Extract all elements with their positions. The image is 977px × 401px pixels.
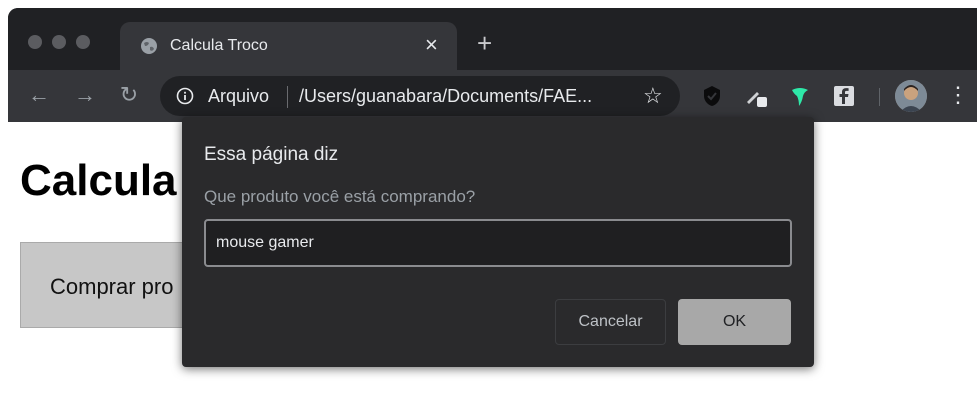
- address-bar[interactable]: Arquivo /Users/guanabara/Documents/FAE..…: [160, 76, 680, 116]
- close-tab-icon[interactable]: ×: [425, 33, 438, 57]
- tab-calcula-troco[interactable]: Calcula Troco ×: [120, 22, 457, 70]
- address-divider: [287, 86, 288, 108]
- reload-icon[interactable]: ↻: [116, 82, 142, 108]
- globe-icon: [141, 38, 157, 54]
- toolbar-divider: [879, 88, 880, 106]
- new-tab-button[interactable]: +: [477, 30, 492, 56]
- buy-product-button-label: Comprar pro: [50, 274, 174, 299]
- close-window-button[interactable]: [28, 35, 42, 49]
- prompt-dialog: Essa página diz Que produto você está co…: [182, 117, 814, 367]
- bookmark-star-icon[interactable]: ☆: [643, 84, 663, 108]
- maximize-window-button[interactable]: [76, 35, 90, 49]
- prompt-input[interactable]: [204, 219, 792, 267]
- pen-icon[interactable]: [743, 84, 767, 108]
- url-text[interactable]: /Users/guanabara/Documents/FAE...: [299, 86, 592, 107]
- dialog-message: Que produto você está comprando?: [204, 187, 476, 206]
- bird-icon[interactable]: [788, 84, 812, 108]
- ok-button[interactable]: OK: [678, 299, 791, 345]
- dialog-title: Essa página diz: [204, 144, 339, 165]
- avatar-face-icon: [895, 80, 927, 112]
- facebook-icon[interactable]: [832, 84, 856, 108]
- cancel-button[interactable]: Cancelar: [555, 299, 666, 345]
- profile-avatar[interactable]: [895, 80, 927, 112]
- forward-arrow-icon[interactable]: →: [72, 82, 98, 108]
- browser-toolbar: ← → ↻ Arquivo /Users/guanabara/Documents…: [8, 70, 977, 122]
- back-arrow-icon[interactable]: ←: [26, 82, 52, 108]
- tab-strip: Calcula Troco × +: [8, 8, 977, 70]
- url-scheme-label: Arquivo: [208, 86, 270, 106]
- minimize-window-button[interactable]: [52, 35, 66, 49]
- info-icon[interactable]: [176, 87, 194, 105]
- page-heading: Calcula: [20, 156, 177, 205]
- shield-icon[interactable]: [700, 84, 724, 108]
- tab-title: Calcula Troco: [170, 37, 268, 54]
- kebab-menu-icon[interactable]: ⋮: [947, 82, 969, 108]
